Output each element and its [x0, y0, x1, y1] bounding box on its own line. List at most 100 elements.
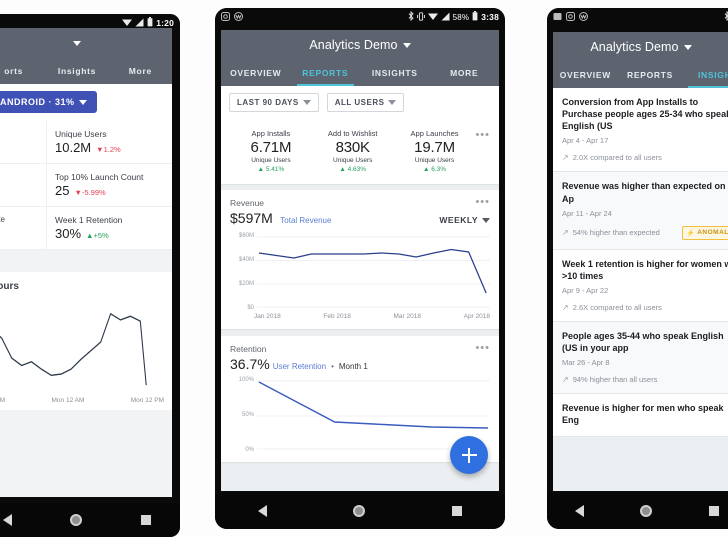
metrics-overflow-button[interactable]: •••	[475, 129, 490, 141]
revenue-card: Revenue ••• $597M Total Revenue WEEKLY $…	[221, 190, 499, 329]
separator-dot: •	[331, 362, 334, 371]
metric-label: Add to Wishlist	[327, 129, 378, 138]
left-tab-bar: orts Insights More	[0, 58, 172, 84]
tab-insights[interactable]: INSIGHTS	[360, 60, 430, 86]
ytick: $0	[247, 305, 254, 311]
xtick: Mar 2018	[393, 313, 421, 320]
revenue-period-selector[interactable]: WEEKLY	[439, 215, 490, 225]
left-status-time: 1:20	[156, 18, 174, 28]
metric-value: 6.71M	[250, 139, 292, 156]
recents-icon[interactable]	[140, 515, 151, 525]
metric-sub: Unique Users	[414, 157, 455, 164]
plus-icon	[461, 447, 477, 463]
add-button[interactable]	[450, 436, 488, 474]
metric-label: Week 1 Retention	[55, 215, 123, 225]
list-item[interactable]: People ages 35-44 who speak English (US …	[553, 321, 728, 395]
page-title: Analytics Demo	[590, 40, 679, 54]
list-item[interactable]: Week 1 retention is higher for women wh …	[553, 249, 728, 322]
battery-percent-label: 58%	[452, 12, 470, 22]
insight-metric-label: 54% higher than expected	[572, 228, 660, 238]
camera-icon	[566, 8, 575, 26]
status-badge: ⚡ ANOMALY	[681, 225, 728, 240]
revenue-chart-xaxis: Jan 2018 Feb 2018 Mar 2018 Apr 2018	[230, 313, 490, 320]
recents-icon[interactable]	[451, 506, 462, 516]
center-status-time: 3:38	[481, 12, 499, 22]
revenue-value: $597M	[230, 210, 273, 226]
ytick: $20M	[238, 281, 254, 287]
tab-reports[interactable]: REPORTS	[291, 60, 361, 86]
list-item[interactable]: Unique Users 10.2M ▼1.2%	[0, 121, 172, 164]
app-icon	[234, 8, 243, 26]
signal-icon	[441, 12, 450, 23]
list-item[interactable]: Revenue was higher than expected on Ap A…	[553, 172, 728, 250]
xtick: Mon 12 AM	[51, 397, 85, 404]
list-item[interactable]: Revenue is higher for men who speak Eng	[553, 394, 728, 437]
tab-overview[interactable]: OVERVIEW	[553, 62, 618, 88]
metric-app-launches[interactable]: App Launches 19.7M Unique Users ▲ 6.3%	[394, 129, 476, 173]
battery-icon	[472, 11, 478, 23]
retention-overflow-button[interactable]: •••	[475, 343, 490, 354]
left-hours-card: Hours 2 PM Mon 12 AM Mon 12 PM	[0, 272, 172, 410]
tab-overview[interactable]: OVERVIEW	[221, 60, 291, 86]
metric-value: 10.2M	[55, 140, 92, 155]
hours-chart-xaxis: 2 PM Mon 12 AM Mon 12 PM	[0, 397, 166, 404]
left-col-label	[0, 121, 46, 163]
revenue-caption: Total Revenue	[280, 216, 332, 225]
home-icon[interactable]	[640, 505, 653, 517]
center-tab-bar: OVERVIEW REPORTS INSIGHTS MORE	[221, 60, 499, 86]
metric-delta: ▲ 5.41%	[257, 166, 285, 173]
list-item[interactable]: Top 10% Launch Count 25 ▼-5.99%	[0, 164, 172, 207]
insight-metric-label: 94% higher than all users	[572, 375, 658, 385]
app-title-row[interactable]: Analytics Demo	[553, 32, 728, 62]
recents-icon[interactable]	[708, 506, 719, 516]
left-nav-bar	[0, 503, 180, 537]
back-icon[interactable]	[3, 514, 13, 526]
insight-date: Apr 4 - Apr 17	[562, 136, 609, 146]
list-item[interactable]: Conversion from App Installs to Purchase…	[553, 88, 728, 173]
left-app-title-row[interactable]	[0, 28, 172, 58]
date-range-chip[interactable]: LAST 90 DAYS	[229, 93, 319, 112]
chevron-down-icon	[73, 40, 81, 46]
chevron-down-icon	[482, 217, 490, 223]
tab-reports[interactable]: REPORTS	[618, 62, 683, 88]
app-title-row[interactable]: Analytics Demo	[221, 30, 499, 60]
home-icon[interactable]	[70, 514, 83, 526]
insight-list: Conversion from App Installs to Purchase…	[553, 88, 728, 437]
trend-up-icon: ↗	[562, 302, 569, 312]
camera-icon	[221, 8, 230, 26]
ytick: 100%	[238, 377, 254, 383]
retention-value: 36.7%	[230, 356, 270, 372]
back-icon[interactable]	[575, 505, 585, 517]
tab-insights[interactable]: INSIGH	[682, 62, 728, 88]
tab-more[interactable]: MORE	[430, 60, 500, 86]
revenue-overflow-button[interactable]: •••	[475, 197, 490, 208]
back-icon[interactable]	[258, 505, 268, 517]
insight-date: Apr 9 - Apr 22	[562, 285, 609, 295]
tab-more[interactable]: More	[109, 58, 172, 84]
center-phone-device: 58% 3:38 Analytics Demo OVERVIEW REPORTS…	[215, 8, 505, 529]
right-nav-bar	[547, 493, 728, 529]
metric-label: Unique Users	[55, 129, 107, 139]
home-icon[interactable]	[353, 505, 366, 517]
chevron-down-icon	[402, 42, 411, 48]
tab-reports[interactable]: orts	[0, 58, 45, 84]
center-app-bar: Analytics Demo OVERVIEW REPORTS INSIGHTS…	[221, 30, 499, 86]
tab-insights[interactable]: Insights	[45, 58, 108, 84]
filter-chip-row: LAST 90 DAYS ALL USERS	[221, 86, 499, 120]
insight-title: Revenue is higher for men who speak Eng	[562, 403, 724, 426]
metric-add-to-wishlist[interactable]: Add to Wishlist 830K Unique Users ▲ 4.63…	[312, 129, 394, 173]
metric-app-installs[interactable]: App Installs 6.71M Unique Users ▲ 5.41%	[230, 129, 312, 173]
revenue-chart: $60M $40M $20M $0 Jan 2018 Feb 2018 Mar …	[230, 233, 490, 320]
audience-chip[interactable]: ALL USERS	[326, 93, 405, 112]
right-phone-device: Analytics Demo OVERVIEW REPORTS INSIGH C…	[547, 8, 728, 529]
ytick: 0%	[245, 447, 254, 453]
list-item[interactable]: Rate Week 1 Retention 30% ▲+5%	[0, 207, 172, 250]
chevron-down-icon	[78, 99, 87, 105]
android-filter-chip[interactable]: ANDROID · 31%	[0, 91, 97, 113]
xtick: Mon 12 PM	[130, 397, 164, 404]
chevron-down-icon	[302, 100, 311, 105]
left-app-bar: orts Insights More	[0, 28, 172, 84]
insight-title: Revenue was higher than expected on Ap	[562, 181, 726, 204]
revenue-card-title: Revenue	[230, 198, 265, 208]
right-app-bar: Analytics Demo OVERVIEW REPORTS INSIGH	[553, 32, 728, 88]
